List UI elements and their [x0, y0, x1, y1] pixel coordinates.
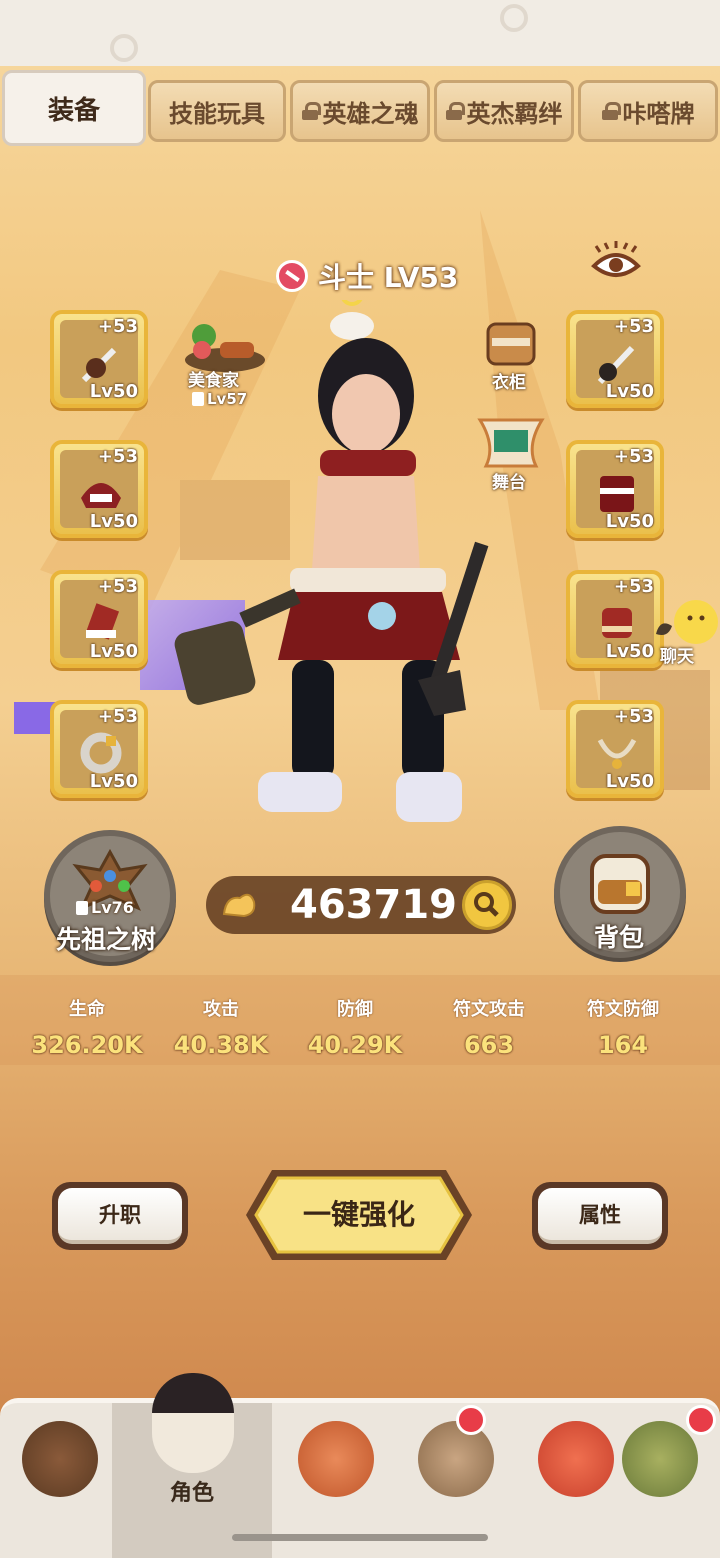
- chat-label[interactable]: 聊天: [660, 642, 694, 667]
- stat-attack: 攻击 40.38K: [154, 995, 288, 1059]
- character-icon: [152, 1373, 234, 1473]
- equip-slot-boots[interactable]: +53 Lv50: [50, 570, 148, 668]
- top-background: [0, 0, 720, 66]
- stat-value: 326.20K: [31, 1031, 143, 1059]
- elder-icon: [418, 1421, 494, 1497]
- magnifier-icon: [474, 892, 499, 917]
- lock-icon: [445, 102, 465, 120]
- tab-hero-bond[interactable]: 英杰羁绊: [434, 80, 574, 142]
- stat-value: 663: [463, 1031, 515, 1059]
- stats-panel: 生命 326.20K 攻击 40.38K 防御 40.29K 符文攻击 663 符文防御…: [0, 975, 720, 1065]
- home-indicator[interactable]: [232, 1534, 488, 1541]
- stat-rune-defense: 符文防御 164: [556, 995, 690, 1059]
- tab-skill-toys[interactable]: 技能玩具: [148, 80, 286, 142]
- stat-rune-attack: 符文攻击 663: [422, 995, 556, 1059]
- combat-power-bar: 463719: [206, 876, 516, 934]
- tab-label: 技能玩具: [169, 99, 265, 128]
- item-level: Lv50: [89, 511, 138, 532]
- tab-label: 咔嗒牌: [622, 99, 695, 128]
- muscle-arm-icon: [222, 893, 256, 918]
- equip-slot-offhand[interactable]: +53 Lv50: [566, 310, 664, 408]
- equip-slot-armor[interactable]: +53 Lv50: [566, 440, 664, 538]
- enhance-level: +53: [613, 316, 654, 337]
- backpack-label: 背包: [594, 923, 645, 952]
- lock-icon: [601, 102, 621, 120]
- item-level: Lv50: [605, 641, 654, 662]
- hero-class-level: 斗士 LV53: [276, 256, 458, 296]
- ancestor-tree-label: 先祖之树: [56, 925, 157, 954]
- equip-slot-amulet[interactable]: +53 Lv50: [566, 700, 664, 798]
- tab-label: 装备: [47, 95, 100, 126]
- stat-defense: 防御 40.29K: [288, 995, 422, 1059]
- enhance-level: +53: [613, 576, 654, 597]
- equip-slot-helmet[interactable]: +53 Lv50: [50, 440, 148, 538]
- tribe-icon: [622, 1421, 698, 1497]
- item-level: Lv50: [605, 771, 654, 792]
- enhance-level: +53: [97, 316, 138, 337]
- eye-toggle-icon[interactable]: [590, 240, 642, 286]
- class-level-text: 斗士 LV53: [318, 261, 459, 294]
- enhance-level: +53: [97, 706, 138, 727]
- attributes-button[interactable]: 属性: [532, 1182, 668, 1250]
- tab-click-cards[interactable]: 咔嗒牌: [578, 80, 718, 142]
- totem-icon: [298, 1421, 374, 1497]
- backpack-icon: [590, 854, 650, 914]
- ancestor-tree-lock: Lv76: [76, 898, 134, 917]
- item-level: Lv50: [89, 641, 138, 662]
- stat-label: 符文防御: [587, 999, 659, 1020]
- tab-bar: 装备 技能玩具 英雄之魂 英杰羁绊 咔嗒牌: [0, 68, 720, 148]
- nav-item-shop[interactable]: [0, 1403, 120, 1558]
- lock-icon: [76, 900, 88, 915]
- bear-icon: [22, 1421, 98, 1497]
- enhance-all-label: 一键强化: [303, 1198, 415, 1231]
- item-level: Lv50: [605, 511, 654, 532]
- stat-label: 防御: [337, 999, 373, 1020]
- equip-slot-ring[interactable]: +53 Lv50: [50, 700, 148, 798]
- promote-button[interactable]: 升职: [52, 1182, 188, 1250]
- swirl-decoration-icon: [500, 4, 528, 32]
- tab-hero-soul[interactable]: 英雄之魂: [290, 80, 430, 142]
- equip-slot-weapon[interactable]: +53 Lv50: [50, 310, 148, 408]
- stat-label: 生命: [69, 999, 105, 1020]
- stat-hp: 生命 326.20K: [20, 995, 154, 1059]
- enhance-level: +53: [97, 446, 138, 467]
- stat-value: 40.38K: [173, 1031, 269, 1059]
- item-level: Lv50: [89, 771, 138, 792]
- stat-value: 40.29K: [307, 1031, 403, 1059]
- swirl-decoration-icon: [110, 34, 138, 62]
- tab-label: 英雄之魂: [322, 99, 419, 128]
- enhance-level: +53: [613, 706, 654, 727]
- nav-item-tribe[interactable]: [600, 1403, 720, 1558]
- ancestor-tree-lock-level: Lv76: [91, 898, 134, 917]
- stat-label: 符文攻击: [453, 999, 525, 1020]
- stat-value: 164: [597, 1031, 649, 1059]
- power-detail-button[interactable]: [462, 880, 512, 930]
- nav-label: 角色: [169, 1481, 214, 1506]
- promote-button-label: 升职: [58, 1188, 182, 1244]
- fighter-class-icon: [276, 260, 308, 292]
- enhance-level: +53: [613, 446, 654, 467]
- enhance-all-button[interactable]: 一键强化: [244, 1166, 474, 1264]
- stat-label: 攻击: [203, 999, 239, 1020]
- notification-bell-icon: [686, 1405, 716, 1435]
- notification-bell-icon: [456, 1405, 486, 1435]
- tab-equipment[interactable]: 装备: [2, 70, 146, 146]
- attributes-button-label: 属性: [538, 1188, 662, 1244]
- item-level: Lv50: [605, 381, 654, 402]
- lock-icon: [301, 102, 321, 120]
- item-level: Lv50: [89, 381, 138, 402]
- tab-label: 英杰羁绊: [466, 99, 563, 128]
- chat-bubble-icon[interactable]: [650, 598, 720, 646]
- enhance-level: +53: [97, 576, 138, 597]
- hero-character-avatar: [174, 300, 489, 822]
- combat-power-value: 463719: [290, 882, 457, 928]
